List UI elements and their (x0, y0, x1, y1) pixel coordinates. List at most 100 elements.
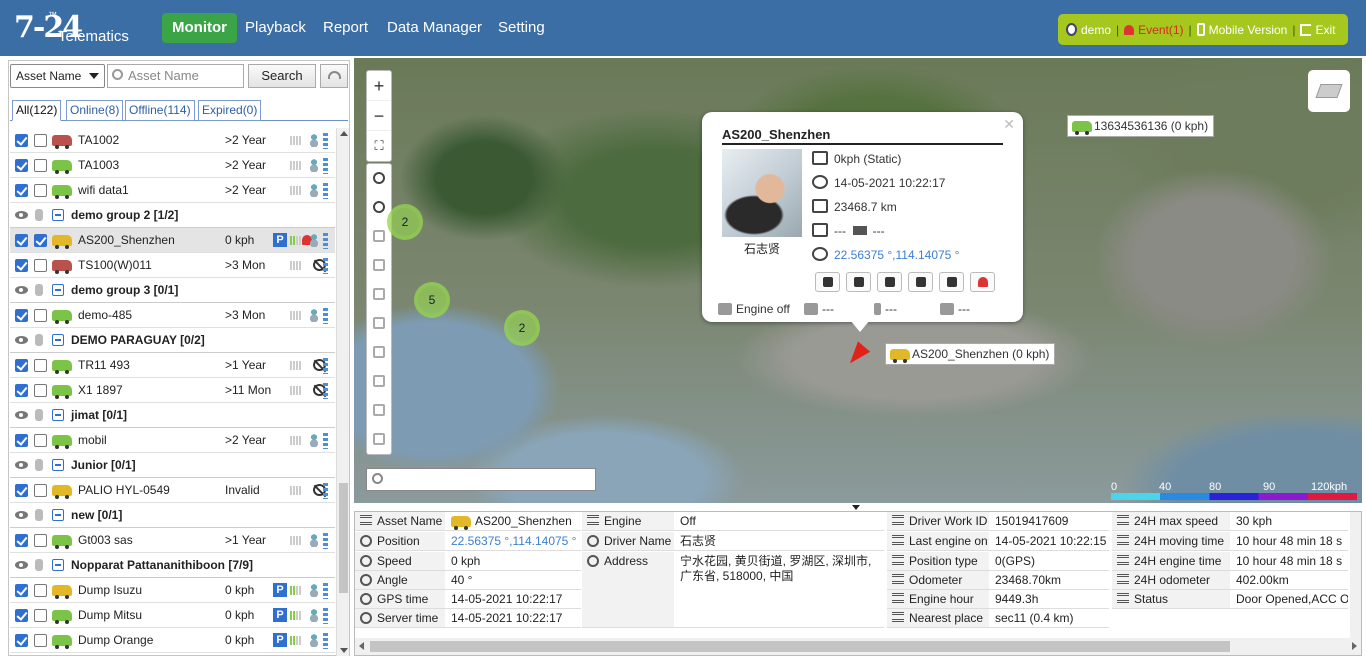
show-on-map-checkbox[interactable] (15, 609, 28, 622)
follow-checkbox[interactable] (34, 634, 47, 647)
asset-list-scrollbar[interactable] (336, 128, 349, 656)
eye-icon[interactable] (15, 286, 28, 294)
tab-all[interactable]: All(122) (12, 100, 62, 121)
show-on-map-checkbox[interactable] (15, 159, 28, 172)
panel-splitter[interactable] (354, 503, 1362, 511)
eye-icon[interactable] (15, 336, 28, 344)
group-row[interactable]: Nopparat Pattananithiboon [7/9] (10, 553, 335, 578)
more-menu-icon[interactable] (323, 533, 328, 549)
asset-row[interactable]: Dump Mitsu 0 kph P (10, 603, 335, 628)
asset-row[interactable]: TR11 493 >1 Year (10, 353, 335, 378)
show-on-map-checkbox[interactable] (15, 259, 28, 272)
vehicle-heading-arrow-icon[interactable] (843, 341, 871, 369)
tab-offline[interactable]: Offline(114) (125, 100, 195, 121)
follow-checkbox[interactable] (34, 534, 47, 547)
footprint-icon[interactable] (35, 509, 43, 521)
mobile-version-link[interactable]: Mobile Version (1209, 23, 1288, 37)
fullscreen-button[interactable]: ⛶ (367, 131, 391, 161)
follow-checkbox[interactable] (34, 184, 47, 197)
info-button[interactable] (846, 272, 871, 292)
show-on-map-checkbox[interactable] (15, 309, 28, 322)
event-link[interactable]: Event(1) (1138, 23, 1183, 37)
show-on-map-checkbox[interactable] (15, 359, 28, 372)
asset-row[interactable]: TS100(W)011 >3 Mon (10, 253, 335, 278)
street-view-button[interactable] (815, 272, 840, 292)
zoom-in-button[interactable]: + (367, 71, 391, 101)
footprint-icon[interactable] (35, 409, 43, 421)
show-on-map-checkbox[interactable] (15, 184, 28, 197)
details-vertical-scrollbar[interactable] (1350, 512, 1361, 638)
scroll-left-icon[interactable] (359, 642, 364, 650)
tab-expired[interactable]: Expired(0) (198, 100, 262, 121)
asset-row[interactable]: Dump Orange 0 kph P (10, 628, 335, 653)
search-button[interactable]: Search (248, 64, 316, 88)
alarm-button[interactable] (970, 272, 995, 292)
follow-checkbox[interactable] (34, 384, 47, 397)
eye-icon[interactable] (15, 511, 28, 519)
collapse-group-icon[interactable] (52, 209, 64, 221)
asset-row[interactable]: Gt003 sas >1 Year (10, 528, 335, 553)
more-menu-icon[interactable] (323, 433, 328, 449)
nav-report[interactable]: Report (313, 13, 378, 43)
eye-icon[interactable] (15, 211, 28, 219)
asset-row[interactable]: PALIO HYL-0549 Invalid (10, 478, 335, 503)
vehicle-map-label[interactable]: 13634536136 (0 kph) (1067, 115, 1215, 137)
show-on-map-checkbox[interactable] (15, 634, 28, 647)
select-tool[interactable] (367, 251, 391, 280)
more-menu-icon[interactable] (323, 308, 328, 324)
follow-checkbox[interactable] (34, 309, 47, 322)
exit-link[interactable]: Exit (1315, 23, 1335, 37)
show-on-map-checkbox[interactable] (15, 134, 28, 147)
asset-row[interactable]: TA1003 >2 Year (10, 153, 335, 178)
collapse-group-icon[interactable] (52, 459, 64, 471)
scroll-right-icon[interactable] (1352, 642, 1357, 650)
eye-icon[interactable] (15, 561, 28, 569)
route-tool[interactable] (367, 367, 391, 396)
footprint-icon[interactable] (35, 284, 43, 296)
camera-button[interactable] (908, 272, 933, 292)
ruler-tool[interactable] (367, 338, 391, 367)
group-row[interactable]: demo group 2 [1/2] (10, 203, 335, 228)
follow-checkbox[interactable] (34, 434, 47, 447)
map-search-input[interactable] (366, 468, 596, 491)
asset-search-input[interactable]: Asset Name (107, 64, 244, 88)
more-menu-icon[interactable] (323, 358, 328, 374)
street-view-tool[interactable] (367, 396, 391, 425)
more-menu-icon[interactable] (323, 633, 328, 649)
microphone-button[interactable] (939, 272, 964, 292)
footprint-icon[interactable] (35, 334, 43, 346)
group-row[interactable]: jimat [0/1] (10, 403, 335, 428)
follow-checkbox[interactable] (34, 234, 47, 247)
footprint-icon[interactable] (35, 559, 43, 571)
track-tool[interactable] (367, 425, 391, 454)
scroll-thumb[interactable] (370, 641, 1230, 652)
follow-checkbox[interactable] (34, 134, 47, 147)
map-cluster[interactable]: 2 (504, 310, 540, 346)
group-row[interactable]: DEMO PARAGUAY [0/2] (10, 328, 335, 353)
follow-checkbox[interactable] (34, 609, 47, 622)
layers-button[interactable] (1308, 70, 1350, 112)
more-menu-icon[interactable] (323, 483, 328, 499)
more-menu-icon[interactable] (323, 133, 328, 149)
group-row[interactable]: demo group 3 [0/1] (10, 278, 335, 303)
send-command-button[interactable] (877, 272, 902, 292)
show-on-map-checkbox[interactable] (15, 584, 28, 597)
show-on-map-checkbox[interactable] (15, 534, 28, 547)
asset-row[interactable]: TA1002 >2 Year (10, 128, 335, 153)
chart-tool[interactable] (367, 309, 391, 338)
follow-checkbox[interactable] (34, 584, 47, 597)
map-cluster[interactable]: 2 (387, 204, 423, 240)
asset-row[interactable]: demo-485 >3 Mon (10, 303, 335, 328)
more-menu-icon[interactable] (323, 608, 328, 624)
eye-icon[interactable] (15, 461, 28, 469)
eye-icon[interactable] (15, 411, 28, 419)
tab-online[interactable]: Online(8) (66, 100, 124, 121)
collapse-group-icon[interactable] (52, 284, 64, 296)
close-icon[interactable]: ✕ (1003, 116, 1015, 133)
locate-tool[interactable] (367, 164, 391, 193)
more-menu-icon[interactable] (323, 258, 328, 274)
search-type-select[interactable]: Asset Name (10, 64, 105, 88)
more-menu-icon[interactable] (323, 233, 328, 249)
asset-row[interactable]: mobil >2 Year (10, 428, 335, 453)
show-on-map-checkbox[interactable] (15, 434, 28, 447)
